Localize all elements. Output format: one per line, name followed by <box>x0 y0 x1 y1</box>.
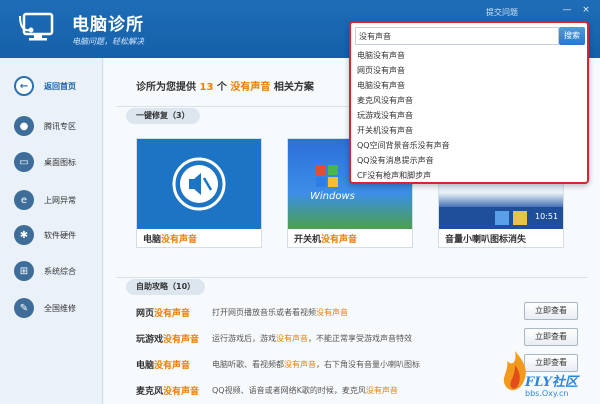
monitor-icon: ▭ <box>14 152 34 172</box>
stethoscope-monitor-icon <box>18 10 58 46</box>
app-slogan: 电脑问题，轻松解决 <box>72 37 144 46</box>
fly-community-watermark: FLY社区 bbs.Oxy.cn <box>495 345 600 404</box>
watermark-url: bbs.Oxy.cn <box>525 389 569 398</box>
sidebar-item-label: 系统综合 <box>44 266 76 276</box>
card-title: 开关机没有声音 <box>294 235 358 245</box>
sidebar-item-label: 桌面图标 <box>44 157 76 167</box>
guide-desc: 打开网页播放音乐或者看视频没有声音 <box>212 308 348 317</box>
result-summary: 诊所为您提供 13 个 没有声音 相关方案 <box>136 78 314 93</box>
view-now-button[interactable]: 立即查看 <box>524 302 578 320</box>
guide-desc: 运行游戏后，游戏没有声音，不能正常享受游戏声音特效 <box>212 334 412 343</box>
result-count: 13 <box>199 82 214 93</box>
minimize-button[interactable]: — <box>561 5 573 15</box>
suggestion-item[interactable]: 开关机没有声音 <box>355 123 583 138</box>
guide-title: 玩游戏没有声音 <box>136 335 200 345</box>
watermark-text: FLY社区 <box>525 375 578 390</box>
search-button[interactable]: 搜索 <box>559 27 585 45</box>
guide-title: 电脑没有声音 <box>136 361 191 371</box>
gear-icon: ✱ <box>14 225 34 245</box>
sidebar-item-software[interactable]: ✱ 软件硬件 <box>0 220 103 250</box>
guide-desc: QQ视频、语音或者网络K歌的时候，麦克风没有声音 <box>212 386 398 395</box>
divider <box>116 277 588 278</box>
sidebar-item-tencent[interactable]: ● 腾讯专区 <box>0 111 103 141</box>
suggestion-item[interactable]: CF没有枪声和脚步声 <box>355 168 583 183</box>
sidebar-item-home[interactable]: ← 返回首页 <box>0 71 103 101</box>
app-title: 电脑诊所 <box>72 15 144 35</box>
sidebar-item-label: 上网异常 <box>44 195 76 205</box>
suggestion-item[interactable]: QQ没有消息提示声音 <box>355 153 583 168</box>
sidebar-item-label: 全国维修 <box>44 303 76 313</box>
result-query: 没有声音 <box>230 82 271 93</box>
suggestion-item[interactable]: 麦克风没有声音 <box>355 93 583 108</box>
qq-penguin-icon: ● <box>14 116 34 136</box>
sidebar-item-desktop[interactable]: ▭ 桌面图标 <box>0 147 103 177</box>
close-button[interactable]: × <box>580 5 592 15</box>
result-suffix: 相关方案 <box>273 82 314 93</box>
guide-title: 网页没有声音 <box>136 309 191 319</box>
guide-desc: 电脑听歌、看视频都没有声音，右下角没有音量小喇叭图标 <box>212 360 420 369</box>
feedback-link[interactable]: 提交问题 <box>486 7 518 18</box>
fix-card-computer-no-sound[interactable]: 电脑没有声音 <box>136 138 262 248</box>
quick-fix-label: 一键修复（3） <box>126 108 200 124</box>
guide-title: 麦克风没有声音 <box>136 387 200 397</box>
sidebar-item-label: 返回首页 <box>44 81 76 91</box>
windows-icon: ⊞ <box>14 261 34 281</box>
suggestion-item[interactable]: 网页没有声音 <box>355 63 583 78</box>
suggestion-item[interactable]: 电脑没有声音 <box>355 78 583 93</box>
sidebar: ← 返回首页 ● 腾讯专区 ▭ 桌面图标 e 上网异常 ✱ 软件硬件 ⊞ 系统综… <box>0 58 103 404</box>
sidebar-item-repair[interactable]: ✎ 全国维修 <box>0 293 103 323</box>
suggestion-item[interactable]: 玩游戏没有声音 <box>355 108 583 123</box>
search-input[interactable] <box>355 27 559 45</box>
windows-logo-text: Windows <box>310 191 355 202</box>
result-unit: 个 <box>216 82 227 93</box>
sidebar-item-network[interactable]: e 上网异常 <box>0 185 103 215</box>
card-title: 电脑没有声音 <box>143 235 198 245</box>
suggestion-item[interactable]: QQ空间背景音乐没有声音 <box>355 138 583 153</box>
sidebar-item-system[interactable]: ⊞ 系统综合 <box>0 256 103 286</box>
wrench-icon: ✎ <box>14 298 34 318</box>
mute-speaker-icon <box>137 139 261 229</box>
suggestion-item[interactable]: 电脑没有声音 <box>355 48 583 63</box>
back-arrow-icon: ← <box>14 76 34 96</box>
result-prefix: 诊所为您提供 <box>136 82 196 93</box>
ie-icon: e <box>14 190 34 210</box>
guides-label: 自助攻略（10） <box>126 279 206 295</box>
search-panel: 搜索 电脑没有声音 网页没有声音 电脑没有声音 麦克风没有声音 玩游戏没有声音 … <box>349 21 589 184</box>
taskbar-clock: 10:51 <box>535 212 559 221</box>
card-title: 音量小喇叭图标消失 <box>445 235 527 245</box>
guide-row: 网页没有声音 打开网页播放音乐或者看视频没有声音 立即查看 <box>136 302 586 324</box>
sidebar-item-label: 腾讯专区 <box>44 121 76 131</box>
sidebar-item-label: 软件硬件 <box>44 230 76 240</box>
view-now-button[interactable]: 立即查看 <box>524 328 578 346</box>
